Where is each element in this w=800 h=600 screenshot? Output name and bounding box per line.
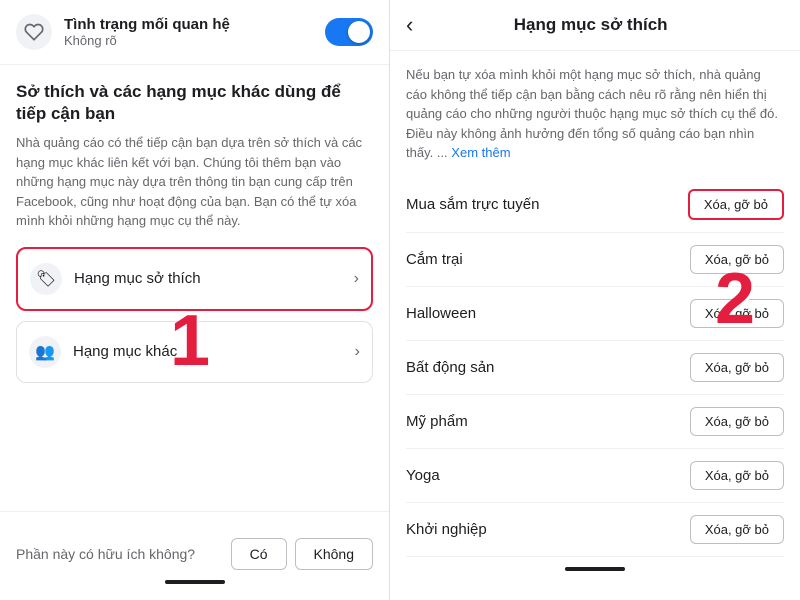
remove-btn-5[interactable]: Xóa, gỡ bỏ [690, 461, 784, 490]
group-icon: 👥 [29, 336, 61, 368]
interest-name-6: Khởi nghiệp [406, 521, 487, 538]
feedback-row: Phần này có hữu ích không? Có Không [16, 524, 373, 570]
relationship-icon [16, 14, 52, 50]
left-content: Sở thích và các hạng mục khác dùng để ti… [0, 65, 389, 511]
feedback-no-button[interactable]: Không [295, 538, 373, 570]
chevron-right-icon-2: › [355, 343, 360, 361]
left-panel: Tình trạng mối quan hệ Không rõ Sở thích… [0, 0, 390, 600]
interest-item-3: Bất động sản Xóa, gỡ bỏ [406, 341, 784, 395]
toggle-knob [348, 21, 370, 43]
remove-btn-3[interactable]: Xóa, gỡ bỏ [690, 353, 784, 382]
interest-name-2: Halloween [406, 305, 476, 322]
relationship-subtitle: Không rõ [64, 33, 325, 48]
interest-item-6: Khởi nghiệp Xóa, gỡ bỏ [406, 503, 784, 557]
interest-name-1: Cắm trại [406, 251, 463, 268]
back-button[interactable]: ‹ [406, 14, 413, 36]
feedback-yes-button[interactable]: Có [231, 538, 287, 570]
section-desc: Nhà quảng cáo có thể tiếp cận bạn dựa tr… [16, 133, 373, 231]
menu-item-label-2: Hạng mục khác [73, 343, 355, 360]
menu-item-hang-muc-so-thich[interactable]: 🏷 Hạng mục sở thích › [16, 247, 373, 311]
remove-btn-0[interactable]: Xóa, gỡ bỏ [688, 189, 784, 220]
interest-name-4: Mỹ phẩm [406, 413, 468, 430]
see-more-link[interactable]: Xem thêm [451, 145, 510, 160]
interest-item-4: Mỹ phẩm Xóa, gỡ bỏ [406, 395, 784, 449]
feedback-question: Phần này có hữu ích không? [16, 546, 223, 562]
relationship-title: Tình trạng mối quan hệ [64, 16, 325, 33]
right-panel-title: Hạng mục sở thích [425, 15, 756, 35]
relationship-toggle[interactable] [325, 18, 373, 46]
interest-list: Mua sắm trực tuyến Xóa, gỡ bỏ Cắm trại X… [406, 177, 784, 557]
interest-name-0: Mua sắm trực tuyến [406, 196, 539, 213]
interest-item-0: Mua sắm trực tuyến Xóa, gỡ bỏ [406, 177, 784, 233]
relationship-row: Tình trạng mối quan hệ Không rõ [0, 0, 389, 65]
chevron-right-icon-1: › [354, 270, 359, 288]
section-title: Sở thích và các hạng mục khác dùng để ti… [16, 81, 373, 125]
home-indicator-left [165, 580, 225, 584]
menu-item-hang-muc-khac[interactable]: 👥 Hạng mục khác › [16, 321, 373, 383]
badge-2: 2 [715, 258, 755, 340]
menu-item-label-1: Hạng mục sở thích [74, 270, 354, 287]
home-indicator-right [565, 567, 625, 571]
remove-btn-4[interactable]: Xóa, gỡ bỏ [690, 407, 784, 436]
interest-name-5: Yoga [406, 467, 440, 484]
interest-name-3: Bất động sản [406, 359, 494, 376]
right-header: ‹ Hạng mục sở thích [390, 0, 800, 51]
interest-item-5: Yoga Xóa, gỡ bỏ [406, 449, 784, 503]
right-description: Nếu bạn tự xóa mình khỏi một hạng mục sở… [406, 65, 784, 163]
tag-icon: 🏷 [30, 263, 62, 295]
left-bottom: Phần này có hữu ích không? Có Không [0, 511, 389, 600]
remove-btn-6[interactable]: Xóa, gỡ bỏ [690, 515, 784, 544]
relationship-text: Tình trạng mối quan hệ Không rõ [64, 16, 325, 48]
